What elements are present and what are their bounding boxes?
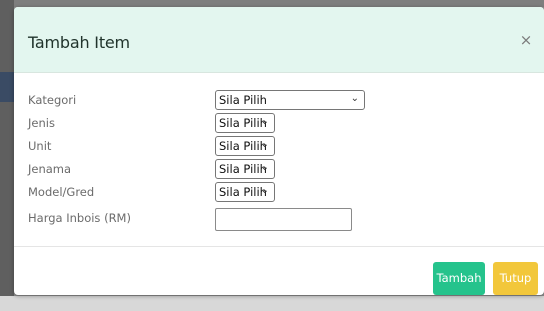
jenama-label: Jenama [28, 162, 72, 176]
background-sidebar [0, 0, 14, 311]
jenis-select[interactable]: Sila Pilih ⌄ [215, 113, 275, 133]
harga-label: Harga Inbois (RM) [28, 211, 131, 225]
unit-label: Unit [28, 139, 52, 153]
form-row-kategori: Kategori Sila Pilih ⌄ [28, 90, 528, 112]
form-row-jenama: Jenama Sila Pilih ⌄ [28, 159, 528, 181]
harga-input[interactable] [215, 208, 352, 231]
kategori-label: Kategori [28, 93, 77, 107]
form-row-jenis: Jenis Sila Pilih ⌄ [28, 113, 528, 135]
model-label: Model/Gred [28, 185, 95, 199]
modal-header: Tambah Item × [14, 7, 544, 73]
background-bottom [0, 296, 544, 311]
tutup-button[interactable]: Tutup [493, 262, 538, 295]
form-row-unit: Unit Sila Pilih ⌄ [28, 136, 528, 158]
kategori-select[interactable]: Sila Pilih ⌄ [215, 90, 365, 110]
tambah-button[interactable]: Tambah [433, 262, 485, 295]
background-nav-fragment [0, 72, 14, 102]
modal-footer: Tambah Tutup [14, 246, 544, 295]
jenama-select[interactable]: Sila Pilih ⌄ [215, 159, 275, 179]
form-row-harga: Harga Inbois (RM) [28, 208, 528, 232]
chevron-down-icon: ⌄ [260, 185, 269, 196]
unit-select[interactable]: Sila Pilih ⌄ [215, 136, 275, 156]
close-icon[interactable]: × [518, 32, 534, 48]
form-row-model: Model/Gred Sila Pilih ⌄ [28, 182, 528, 204]
chevron-down-icon: ⌄ [260, 139, 269, 150]
chevron-down-icon: ⌄ [350, 93, 359, 104]
model-select[interactable]: Sila Pilih ⌄ [215, 182, 275, 202]
background-page [0, 0, 544, 7]
modal-title: Tambah Item [28, 33, 130, 52]
jenis-label: Jenis [28, 116, 55, 130]
add-item-modal: Tambah Item × Kategori Sila Pilih ⌄ Jeni… [14, 7, 544, 295]
chevron-down-icon: ⌄ [260, 116, 269, 127]
kategori-select-value: Sila Pilih [219, 93, 267, 107]
chevron-down-icon: ⌄ [260, 162, 269, 173]
